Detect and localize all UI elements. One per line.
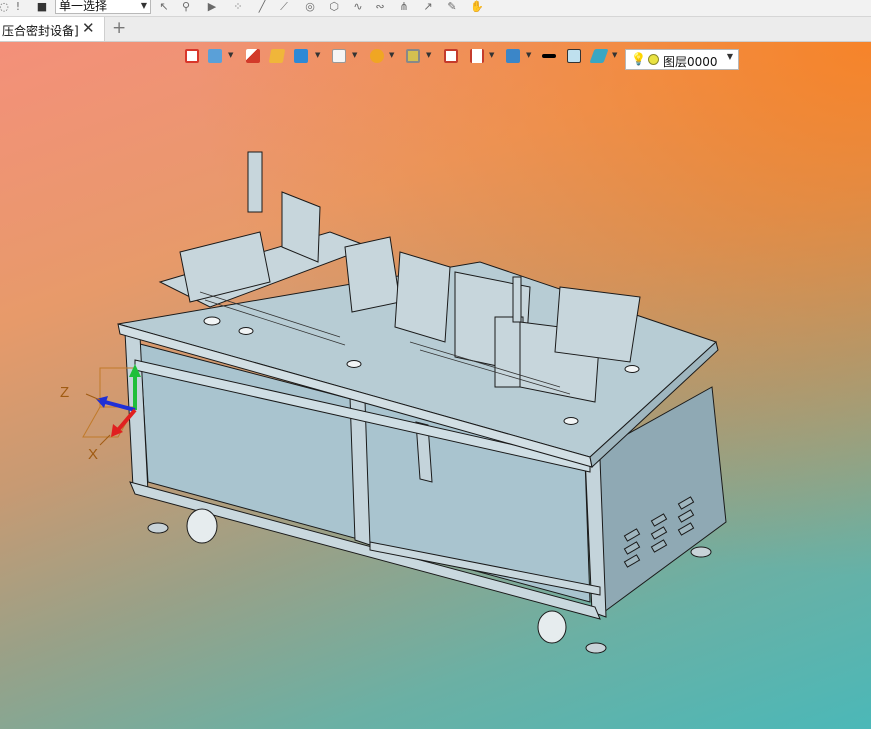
cylinder <box>247 151 263 213</box>
document-tab-bar: 压合密封设备] ✕ + <box>0 17 871 42</box>
info-icon[interactable]: ! <box>12 1 24 13</box>
top-toolbar: ◌ ! ■ 单一选择 ▼ ↖ ⚲ ▶ ⁘ ╱ ⟋ ◎ ⬡ ∿ ∾ ⋔ ↗ ✎ ✋ <box>0 0 871 17</box>
leveling-foot <box>147 522 169 534</box>
selection-mode-value: 单一选择 <box>59 0 108 13</box>
chevron-down-icon: ▼ <box>140 1 147 10</box>
mechanism-block <box>179 231 271 303</box>
hand-icon[interactable]: ✋ <box>470 1 484 13</box>
model-canvas: Z X <box>60 151 727 654</box>
close-icon[interactable]: ✕ <box>82 19 95 37</box>
points-icon[interactable]: ⁘ <box>232 1 244 13</box>
play-icon[interactable]: ▶ <box>206 1 218 13</box>
stop-icon[interactable]: ■ <box>36 1 48 13</box>
pick-icon[interactable]: ⚲ <box>180 1 192 13</box>
circle-icon[interactable]: ◎ <box>304 1 316 13</box>
machine-model[interactable] <box>117 151 727 654</box>
fan-icon[interactable]: ⋔ <box>398 1 410 13</box>
cylinder <box>512 276 522 323</box>
polygon-icon[interactable]: ⬡ <box>328 1 340 13</box>
hole <box>238 327 254 335</box>
tab-label: 压合密封设备] <box>2 24 79 38</box>
x-axis-label: X <box>88 446 98 463</box>
caster-wheel <box>537 610 567 644</box>
mechanism-block <box>344 236 401 313</box>
arrow-line-icon[interactable]: ↗ <box>422 1 434 13</box>
hole <box>346 360 362 368</box>
selection-mode-select[interactable]: 单一选择 ▼ <box>55 0 151 14</box>
leveling-foot <box>690 546 712 558</box>
segment-icon[interactable]: ⟋ <box>278 1 290 13</box>
caster-wheel <box>186 508 218 544</box>
mechanism-block <box>394 251 451 343</box>
tab-document[interactable]: 压合密封设备] ✕ <box>0 17 105 41</box>
slide-rail <box>554 286 641 363</box>
brush-icon[interactable]: ✎ <box>446 1 458 13</box>
z-axis-label: Z <box>60 384 69 401</box>
curve-icon[interactable]: ∿ <box>352 1 364 13</box>
cursor-icon[interactable]: ◌ <box>0 1 10 13</box>
hole <box>624 365 640 373</box>
new-tab-button[interactable]: + <box>112 18 126 38</box>
hole <box>563 417 579 425</box>
z-leader <box>85 393 101 401</box>
leveling-foot <box>585 642 607 654</box>
hole <box>203 316 221 326</box>
3d-viewport[interactable]: ▼ ▼ ▼ ▼ ▼ ▼ ▼ ▼ 💡 图层0000 ▼ Z X <box>0 42 871 729</box>
spline-icon[interactable]: ∾ <box>374 1 386 13</box>
pointer-icon[interactable]: ↖ <box>158 1 170 13</box>
line-icon[interactable]: ╱ <box>256 1 268 13</box>
